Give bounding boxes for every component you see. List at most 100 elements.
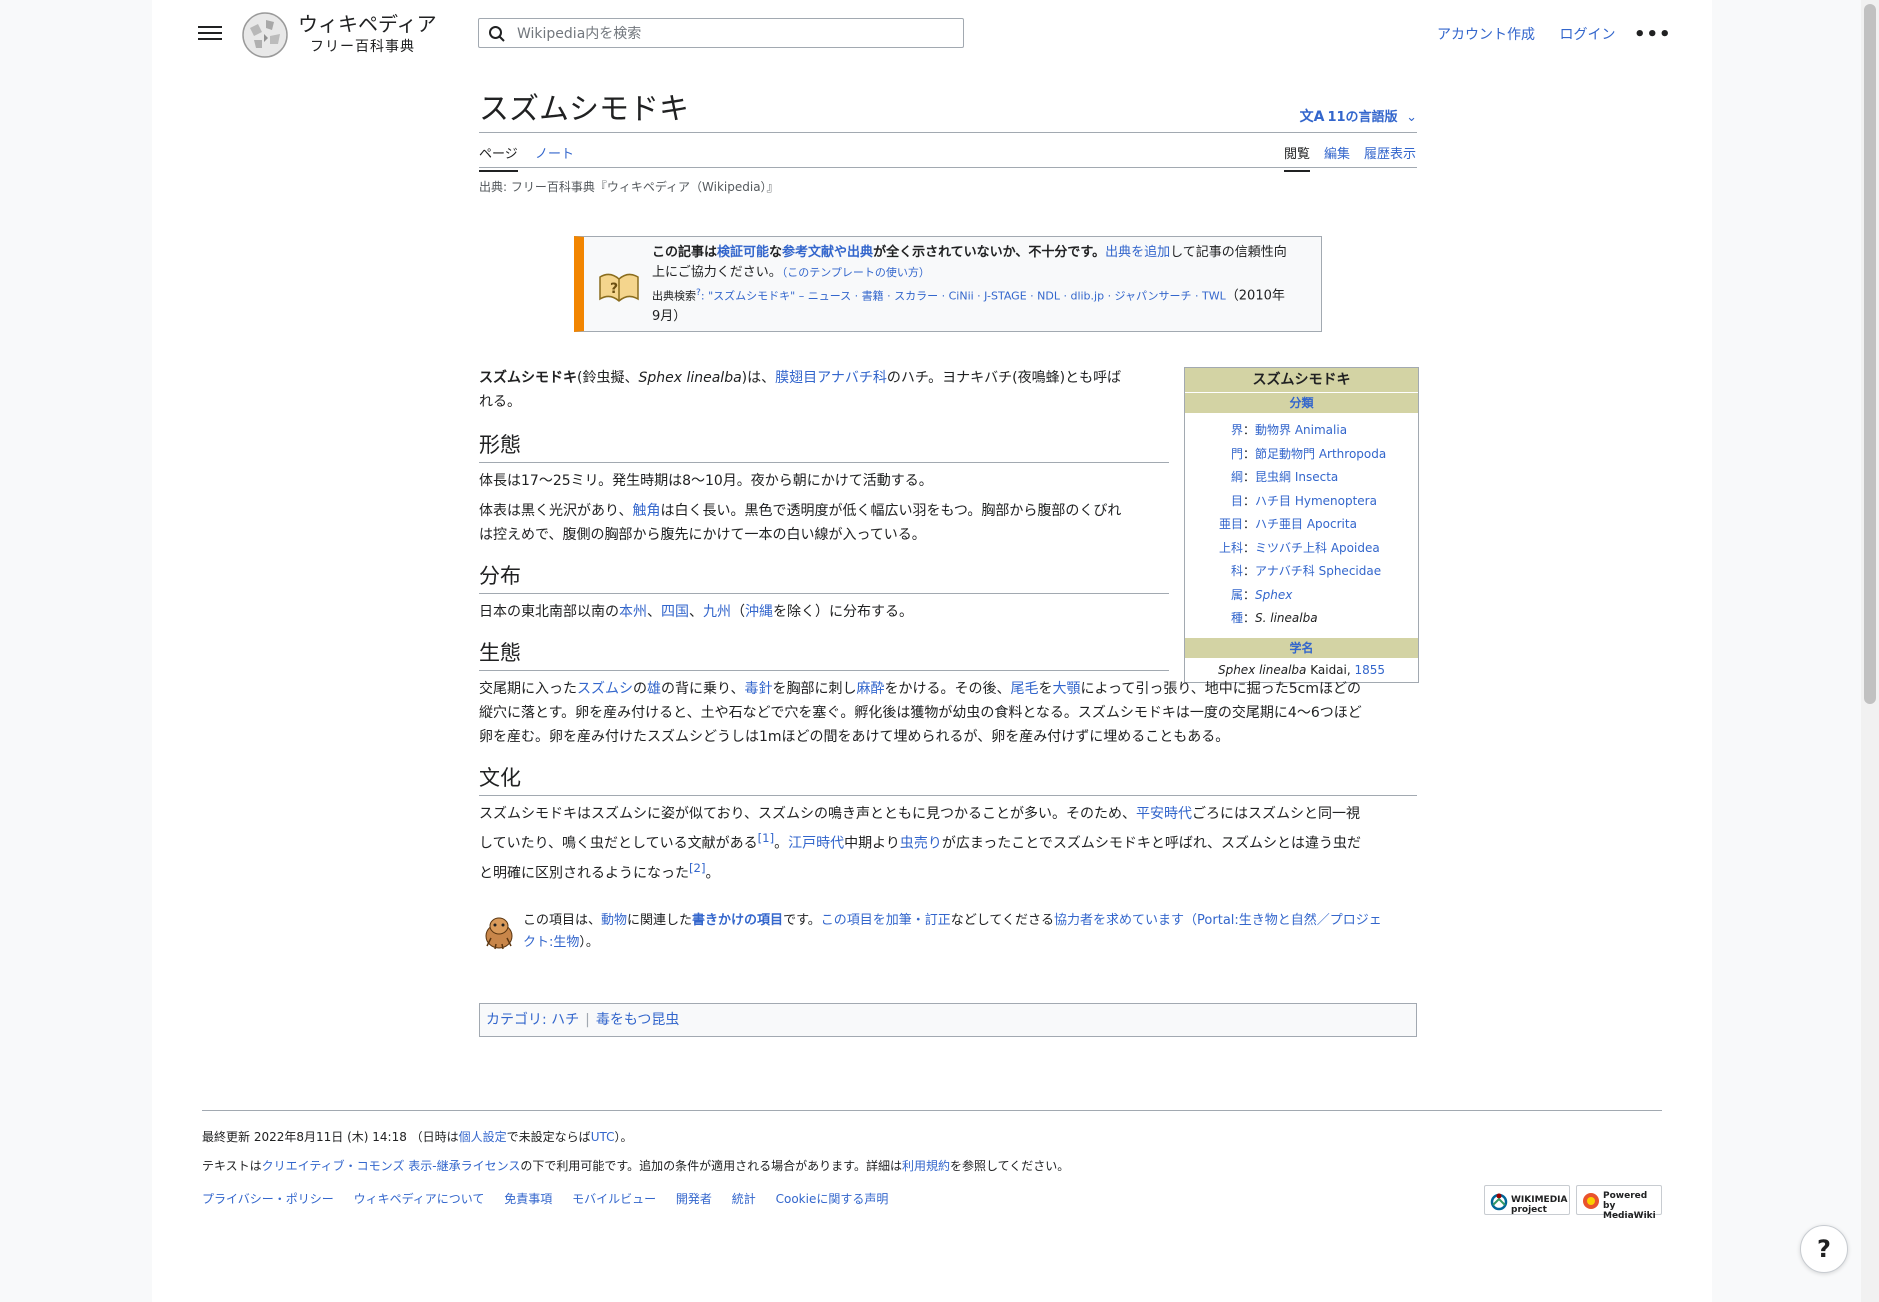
text: の背に乗り、	[661, 681, 745, 697]
contributors-link[interactable]: 協力者を求めています	[1054, 913, 1184, 928]
tagline: フリー百科事典	[310, 39, 415, 55]
text: です。	[783, 913, 821, 928]
tab-page[interactable]: ページ	[479, 143, 518, 172]
language-count: 11の言語版	[1327, 110, 1398, 125]
intro-text: )は、	[741, 370, 776, 386]
more-options-icon[interactable]: •••	[1634, 24, 1672, 45]
site-sub: 出典: フリー百科事典『ウィキペディア（Wikipedia）』	[479, 180, 779, 194]
edo-link[interactable]: 江戸時代	[788, 836, 844, 852]
insect-seller-link[interactable]: 虫売り	[900, 836, 942, 852]
distribution-paragraph: 日本の東北南部以南の本州、四国、九州（沖縄を除く）に分布する。	[479, 600, 1169, 624]
category-venomous-insects-link[interactable]: 毒をもつ昆虫	[596, 1012, 679, 1028]
statistics-link[interactable]: 統計	[732, 1192, 756, 1206]
wikimedia-badge[interactable]: WIKIMEDIA project	[1484, 1185, 1570, 1215]
cc-license-link[interactable]: クリエイティブ・コモンズ 表示-継承ライセンス	[262, 1159, 521, 1173]
search-input[interactable]	[515, 19, 959, 49]
text: 。	[705, 865, 720, 882]
license-notice: テキストはクリエイティブ・コモンズ 表示-継承ライセンスの下で利用可能です。追加…	[202, 1157, 1069, 1174]
reference-2-link[interactable]: [2]	[689, 861, 706, 875]
text: に関連した	[627, 913, 693, 928]
disclaimers-link[interactable]: 免責事項	[504, 1192, 552, 1206]
mobile-view-link[interactable]: モバイルビュー	[572, 1192, 656, 1206]
about-link[interactable]: ウィキペディアについて	[354, 1192, 485, 1206]
main-menu-button[interactable]	[198, 22, 222, 46]
ambox-text-part: この記事は	[652, 245, 718, 260]
wikimedia-badge-text: WIKIMEDIA project	[1511, 1195, 1568, 1215]
tab-read[interactable]: 閲覧	[1284, 143, 1311, 172]
preferences-link[interactable]: 個人設定	[459, 1130, 507, 1144]
language-button[interactable]: 文A 11の言語版 ⌄	[1300, 106, 1417, 126]
okinawa-link[interactable]: 沖縄	[745, 604, 773, 620]
text: を胸部に刺し	[772, 681, 857, 697]
title-area: スズムシモドキ 文A 11の言語版 ⌄	[479, 88, 1417, 133]
ambox-date: （2010年	[1225, 288, 1285, 304]
privacy-policy-link[interactable]: プライバシー・ポリシー	[202, 1192, 334, 1206]
article-body: スズムシモドキ(鈴虫擬、Sphex linealba)は、膜翅目アナバチ科のハチ…	[479, 358, 1417, 885]
wordmark[interactable]: ウィキペディア	[298, 12, 437, 36]
intro-text: れる。	[479, 394, 521, 410]
text: 、	[647, 604, 661, 620]
animal-stub-icon	[485, 917, 513, 950]
page-scrollbar[interactable]	[1861, 0, 1879, 1302]
cerci-link[interactable]: 尾毛	[1010, 681, 1038, 697]
portal-link[interactable]: Portal:生き物と自然	[1197, 913, 1317, 928]
stinger-link[interactable]: 毒針	[744, 681, 772, 697]
scrollbar-thumb[interactable]	[1864, 4, 1876, 704]
tab-talk[interactable]: ノート	[535, 143, 574, 170]
category-hachi-link[interactable]: ハチ	[551, 1012, 579, 1028]
animal-link[interactable]: 動物	[601, 913, 627, 928]
project-link-cont[interactable]: クト:生物	[523, 935, 579, 950]
culture-paragraph: スズムシモドキはスズムシに姿が似ており、スズムシの鳴き声とともに見つかることが多…	[479, 802, 1417, 885]
male-link[interactable]: 雄	[647, 681, 661, 697]
create-account-link[interactable]: アカウント作成	[1437, 27, 1535, 43]
help-button[interactable]: ?	[1800, 1225, 1848, 1273]
mediawiki-badge[interactable]: Powered by MediaWiki	[1576, 1185, 1662, 1221]
template-usage-link[interactable]: （このテンプレートの使い方）	[782, 266, 930, 279]
kyushu-link[interactable]: 九州	[703, 604, 731, 620]
tab-history[interactable]: 履歴表示	[1364, 143, 1416, 170]
suzumushi-link[interactable]: スズムシ	[577, 681, 633, 697]
sphecidae-link[interactable]: 膜翅目アナバチ科	[775, 370, 887, 386]
references-link[interactable]: 参考文献や出典	[782, 245, 873, 260]
intro-text: (鈴虫擬、	[577, 370, 639, 386]
shikoku-link[interactable]: 四国	[661, 604, 689, 620]
cookie-statement-link[interactable]: Cookieに関する声明	[776, 1192, 889, 1206]
svg-text:?: ?	[610, 281, 618, 297]
login-link[interactable]: ログイン	[1559, 27, 1615, 43]
project-link[interactable]: プロジェ	[1330, 913, 1382, 928]
categories-label-link[interactable]: カテゴリ	[486, 1012, 542, 1028]
anesthesia-link[interactable]: 麻酔	[856, 681, 884, 697]
text: は白く長い。黒色で透明度が低く幅広い羽をもつ。胸部から腹部のくびれ	[660, 503, 1122, 519]
text: と明確に区別されるようになった	[479, 865, 689, 882]
utc-link[interactable]: UTC	[591, 1130, 615, 1144]
reference-1-link[interactable]: [1]	[758, 831, 775, 845]
question-book-icon: ?	[599, 273, 639, 303]
add-citation-link[interactable]: 出典を追加	[1105, 245, 1170, 260]
menu-icon-bar	[198, 32, 222, 34]
edit-article-link[interactable]: この項目を加筆・訂正	[821, 913, 951, 928]
mandible-link[interactable]: 大顎	[1052, 681, 1080, 697]
verifiability-link[interactable]: 検証可能	[717, 245, 769, 260]
search-box[interactable]	[478, 18, 964, 49]
text: :	[542, 1012, 552, 1028]
heian-link[interactable]: 平安時代	[1136, 806, 1192, 822]
terms-link[interactable]: 利用規約	[902, 1159, 950, 1173]
section-heading-ecology: 生態	[479, 638, 1169, 671]
text: 中期より	[844, 835, 900, 852]
honshu-link[interactable]: 本州	[619, 604, 647, 620]
page-container: ウィキペディア フリー百科事典 アカウント作成 ログイン ••• スズムシモドキ…	[152, 0, 1848, 1302]
ambox-text-part: が全く示されていないか、不十分です。	[873, 245, 1106, 260]
wikipedia-globe-logo-icon[interactable]	[240, 10, 290, 60]
text: 交尾期に入った	[479, 681, 577, 697]
antenna-link[interactable]: 触角	[632, 503, 660, 519]
source-search-links[interactable]: : "スズムシモドキ" – ニュース · 書籍 · スカラー · CiNii ·…	[701, 290, 1226, 303]
menu-icon-bar	[198, 26, 222, 28]
ambox-text-part: 上にご協力ください。	[652, 265, 782, 280]
tab-edit[interactable]: 編集	[1324, 143, 1350, 170]
text: ／	[1316, 913, 1330, 928]
developers-link[interactable]: 開発者	[676, 1192, 712, 1206]
stub-link[interactable]: 書きかけの項目	[692, 913, 783, 928]
source-search-label: 出典検索	[652, 289, 696, 303]
text: ごろにはスズムシと同一視	[1192, 806, 1361, 822]
text: によって引っ張り、地中に掘った5cmほどの	[1080, 681, 1362, 697]
